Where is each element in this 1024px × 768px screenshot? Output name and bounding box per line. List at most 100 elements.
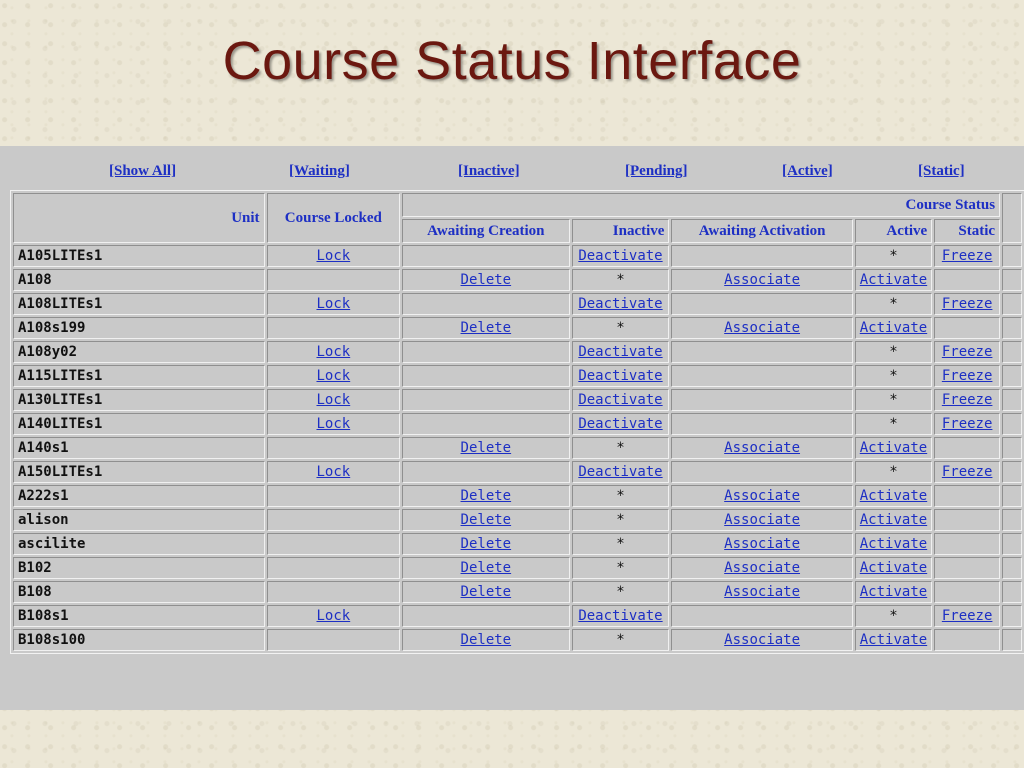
delete-link[interactable]: Delete (402, 581, 570, 603)
delete-link[interactable]: Delete (402, 557, 570, 579)
course-locked-header: Course Locked (266, 193, 401, 243)
lock-link (266, 485, 401, 507)
active-cell[interactable]: Activate (854, 317, 933, 339)
delete-link[interactable]: Delete (402, 317, 570, 339)
extra-cell (1002, 581, 1022, 603)
lock-link[interactable]: Lock (266, 365, 401, 387)
extra-cell (1002, 341, 1022, 363)
filter-pending[interactable]: [Pending] (625, 163, 688, 180)
inactive-cell[interactable]: Deactivate (571, 293, 670, 315)
table-row: A108LITEs1 Lock Deactivate * Freeze (13, 293, 1022, 315)
lock-link[interactable]: Lock (266, 461, 401, 483)
lock-link (266, 437, 401, 459)
table-row: A150LITEs1 Lock Deactivate * Freeze (13, 461, 1022, 483)
slide-title: Course Status Interface (222, 31, 802, 91)
delete-link (402, 245, 570, 267)
unit-cell: A108y02 (13, 341, 265, 363)
associate-link[interactable]: Associate (671, 629, 853, 651)
unit-cell: A108 (13, 269, 265, 291)
lock-link[interactable]: Lock (266, 605, 401, 627)
unit-cell: A150LITEs1 (13, 461, 265, 483)
filter-show-all[interactable]: [Show All] (109, 163, 176, 180)
associate-link[interactable]: Associate (671, 509, 853, 531)
delete-link[interactable]: Delete (402, 485, 570, 507)
delete-link[interactable]: Delete (402, 509, 570, 531)
filter-static[interactable]: [Static] (918, 163, 965, 180)
active-cell[interactable]: Activate (854, 533, 933, 555)
freeze-link[interactable]: Freeze (934, 245, 1001, 267)
associate-link[interactable]: Associate (671, 557, 853, 579)
table-row: A130LITEs1 Lock Deactivate * Freeze (13, 389, 1022, 411)
active-cell[interactable]: Activate (854, 581, 933, 603)
extra-cell (1002, 389, 1022, 411)
filter-inactive[interactable]: [Inactive] (458, 163, 520, 180)
freeze-link[interactable]: Freeze (934, 413, 1001, 435)
freeze-link[interactable]: Freeze (934, 605, 1001, 627)
lock-link[interactable]: Lock (266, 413, 401, 435)
unit-cell: B102 (13, 557, 265, 579)
inactive-cell[interactable]: Deactivate (571, 245, 670, 267)
associate-link (671, 293, 853, 315)
delete-link (402, 293, 570, 315)
inactive-cell[interactable]: Deactivate (571, 605, 670, 627)
freeze-link[interactable]: Freeze (934, 293, 1001, 315)
freeze-link (934, 581, 1001, 603)
associate-link[interactable]: Associate (671, 533, 853, 555)
freeze-link (934, 533, 1001, 555)
table-row: B108 Delete * Associate Activate (13, 581, 1022, 603)
delete-link[interactable]: Delete (402, 533, 570, 555)
associate-link[interactable]: Associate (671, 581, 853, 603)
associate-link[interactable]: Associate (671, 317, 853, 339)
filter-active[interactable]: [Active] (782, 163, 833, 180)
delete-link[interactable]: Delete (402, 437, 570, 459)
inactive-cell: * (571, 437, 670, 459)
active-cell[interactable]: Activate (854, 269, 933, 291)
active-cell: * (854, 365, 933, 387)
delete-link (402, 341, 570, 363)
extra-cell (1002, 509, 1022, 531)
active-cell: * (854, 605, 933, 627)
active-cell[interactable]: Activate (854, 437, 933, 459)
course-status-table: Unit Course Locked Course Status Awaitin… (10, 190, 1024, 654)
course-status-header: Course Status (402, 193, 1001, 217)
inactive-cell[interactable]: Deactivate (571, 365, 670, 387)
inactive-cell[interactable]: Deactivate (571, 413, 670, 435)
lock-link[interactable]: Lock (266, 389, 401, 411)
unit-cell: A140s1 (13, 437, 265, 459)
active-cell[interactable]: Activate (854, 557, 933, 579)
freeze-link[interactable]: Freeze (934, 461, 1001, 483)
freeze-link[interactable]: Freeze (934, 389, 1001, 411)
associate-link (671, 605, 853, 627)
associate-link[interactable]: Associate (671, 269, 853, 291)
delete-link[interactable]: Delete (402, 629, 570, 651)
inactive-cell: * (571, 509, 670, 531)
lock-link[interactable]: Lock (266, 341, 401, 363)
associate-link (671, 341, 853, 363)
extra-cell (1002, 245, 1022, 267)
delete-link[interactable]: Delete (402, 269, 570, 291)
filter-waiting[interactable]: [Waiting] (289, 163, 350, 180)
active-cell[interactable]: Activate (854, 485, 933, 507)
freeze-link[interactable]: Freeze (934, 341, 1001, 363)
freeze-link (934, 437, 1001, 459)
unit-cell: A115LITEs1 (13, 365, 265, 387)
active-cell[interactable]: Activate (854, 629, 933, 651)
active-cell[interactable]: Activate (854, 509, 933, 531)
table-row: A140LITEs1 Lock Deactivate * Freeze (13, 413, 1022, 435)
awaiting-creation-header: Awaiting Creation (402, 219, 570, 243)
table-row: ascilite Delete * Associate Activate (13, 533, 1022, 555)
table-row: alison Delete * Associate Activate (13, 509, 1022, 531)
inactive-cell[interactable]: Deactivate (571, 461, 670, 483)
static-header: Static (934, 219, 1001, 243)
freeze-link[interactable]: Freeze (934, 365, 1001, 387)
lock-link[interactable]: Lock (266, 245, 401, 267)
associate-link[interactable]: Associate (671, 485, 853, 507)
inactive-cell[interactable]: Deactivate (571, 389, 670, 411)
lock-link[interactable]: Lock (266, 293, 401, 315)
inactive-cell: * (571, 317, 670, 339)
active-cell: * (854, 413, 933, 435)
inactive-cell[interactable]: Deactivate (571, 341, 670, 363)
associate-link[interactable]: Associate (671, 437, 853, 459)
delete-link (402, 365, 570, 387)
inactive-cell: * (571, 629, 670, 651)
